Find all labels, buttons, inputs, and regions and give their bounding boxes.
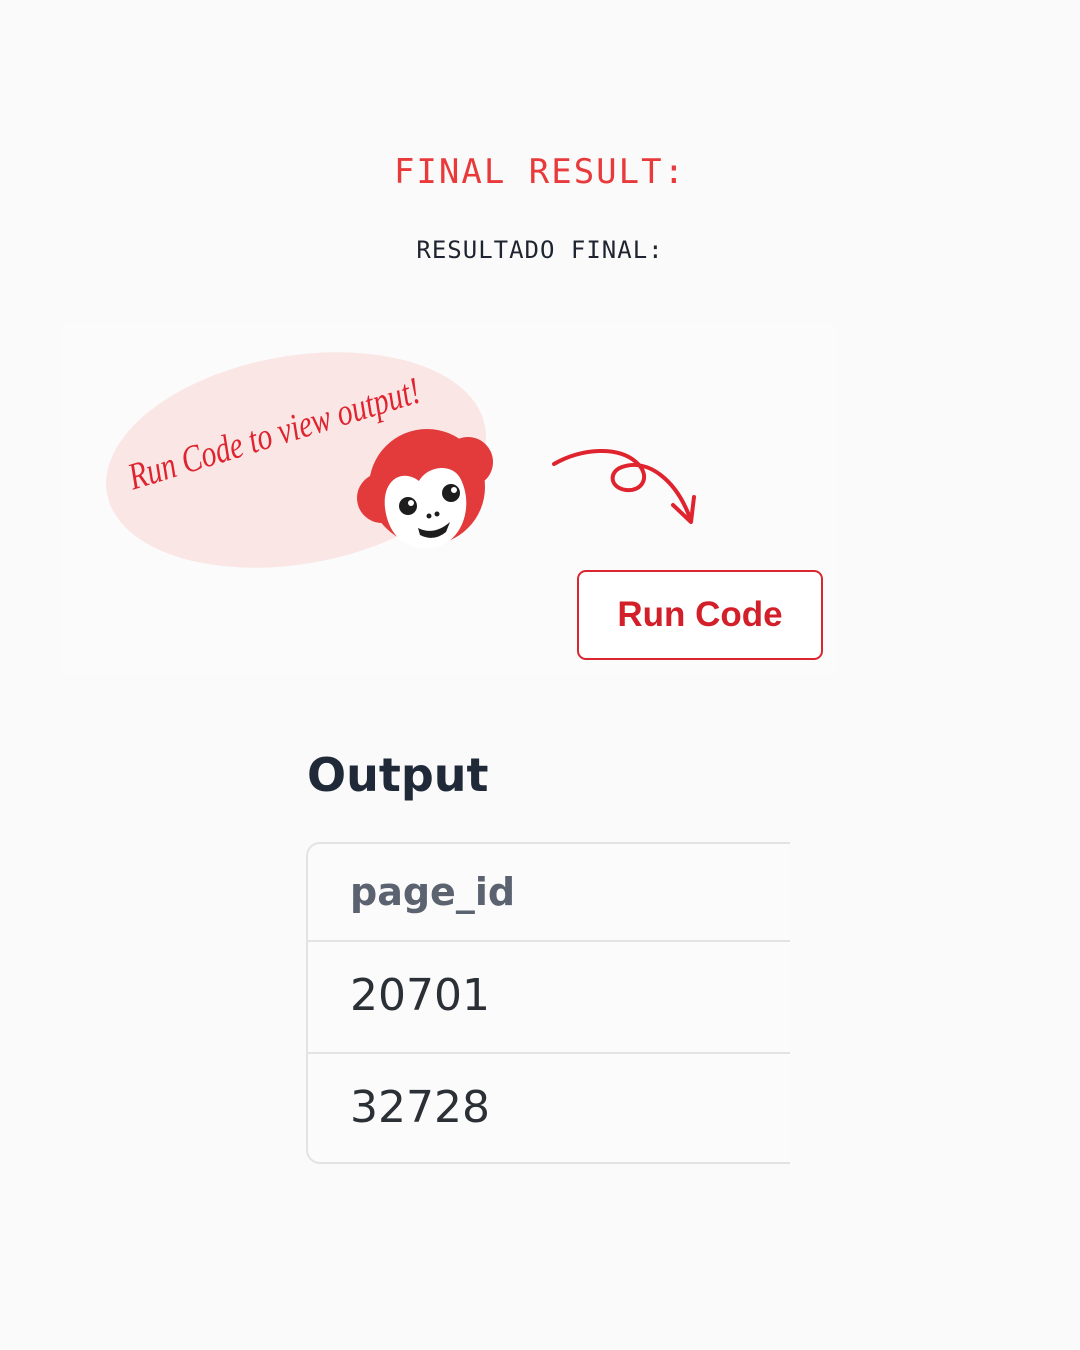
curly-arrow-icon xyxy=(552,449,692,520)
output-title: Output xyxy=(307,748,489,802)
table-cell: 32728 xyxy=(350,1082,490,1133)
table-cell: 20701 xyxy=(350,970,490,1021)
table-row: 32728 xyxy=(308,1054,790,1162)
table-header-row: page_id xyxy=(308,844,790,942)
output-panel: Output page_id 20701 32728 xyxy=(290,712,790,1208)
run-code-panel: Run Code to view output! Run Code xyxy=(62,322,838,674)
output-table: page_id 20701 32728 xyxy=(306,842,790,1164)
final-result-subheading: RESULTADO FINAL: xyxy=(416,236,664,264)
run-code-button[interactable]: Run Code xyxy=(577,570,823,660)
column-header-page-id: page_id xyxy=(350,870,516,914)
table-row: 20701 xyxy=(308,942,790,1054)
final-result-heading: FINAL RESULT: xyxy=(393,152,687,192)
